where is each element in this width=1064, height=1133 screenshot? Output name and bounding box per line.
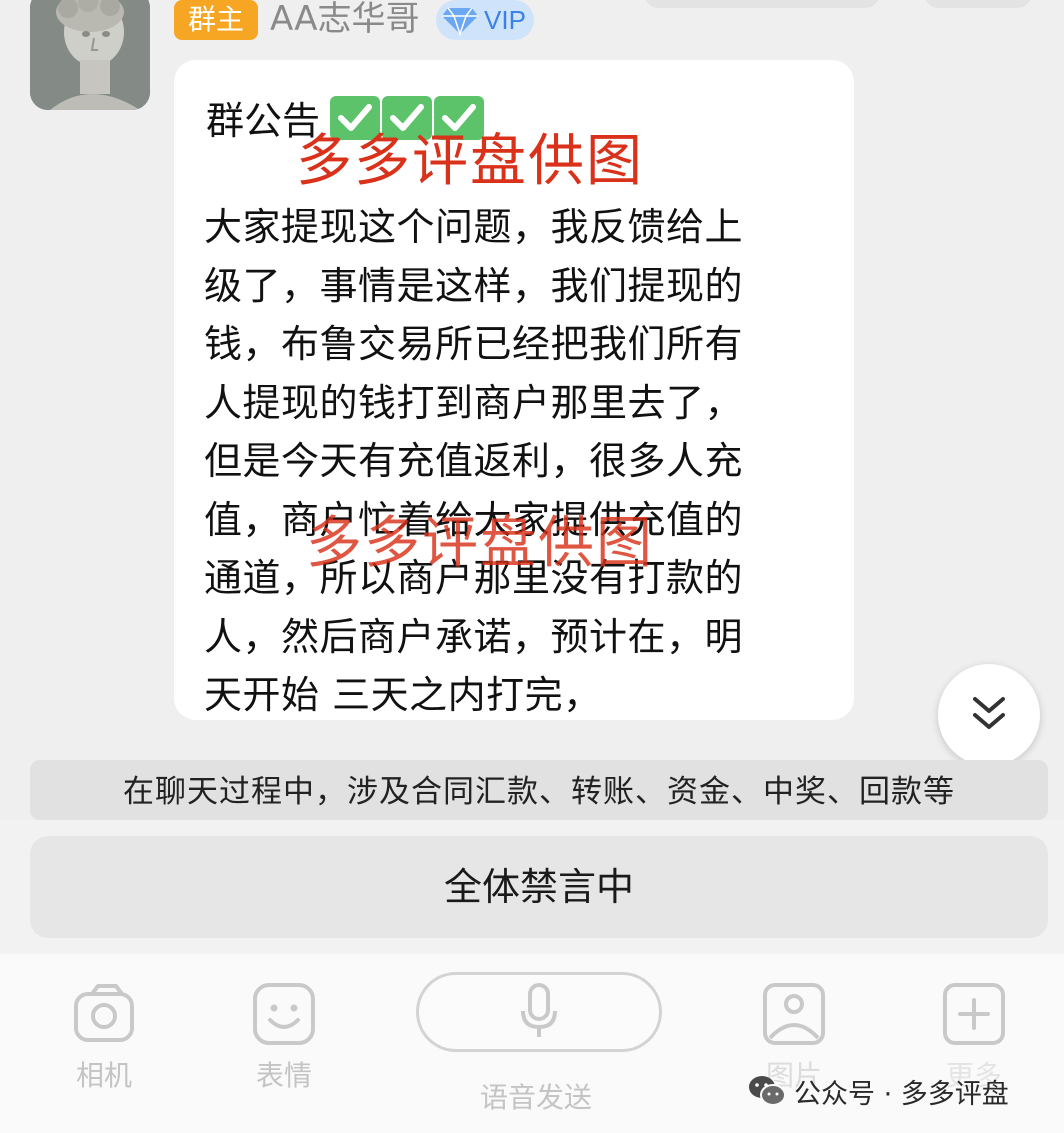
sender-name[interactable]: AA志华哥 bbox=[270, 0, 419, 40]
scroll-to-bottom-button[interactable] bbox=[938, 664, 1040, 766]
notice-body-text: 大家提现这个问题，我反馈给上 级了，事情是这样，我们提现的 钱，布鲁交易所已经把… bbox=[204, 205, 744, 717]
plus-icon bbox=[943, 983, 1005, 1045]
top-chip-2 bbox=[924, 0, 1032, 8]
source-watermark-text: 公众号 · 多多评盘 bbox=[794, 1078, 1009, 1110]
chevron-double-down-icon bbox=[973, 697, 1005, 729]
vip-badge: VIP bbox=[436, 0, 534, 40]
emoji-label: 表情 bbox=[255, 1059, 312, 1092]
group-owner-badge: 群主 bbox=[174, 0, 258, 40]
image-icon bbox=[763, 983, 825, 1045]
vip-label: VIP bbox=[484, 5, 526, 35]
microphone-icon bbox=[521, 983, 557, 1037]
avatar-statue bbox=[30, 0, 150, 110]
watermark-text: 多多评盘供图 bbox=[296, 129, 644, 194]
avatar[interactable] bbox=[30, 0, 150, 110]
wechat-icon bbox=[749, 1076, 786, 1106]
watermark-text: 多多评盘供图 bbox=[306, 511, 654, 576]
all-muted-status: 全体禁言中 bbox=[30, 836, 1048, 938]
camera-button[interactable]: 相机 bbox=[72, 982, 136, 1096]
fraud-warning-notice: 在聊天过程中，涉及合同汇款、转账、资金、中奖、回款等 bbox=[30, 760, 1048, 820]
source-watermark: 公众号 · 多多评盘 bbox=[748, 1068, 1009, 1114]
camera-icon bbox=[74, 984, 134, 1042]
voice-send-button[interactable] bbox=[416, 972, 662, 1052]
emoji-button[interactable]: 表情 bbox=[252, 982, 316, 1096]
voice-send-label: 语音发送 bbox=[480, 1081, 593, 1114]
smile-icon bbox=[253, 983, 315, 1045]
camera-label: 相机 bbox=[75, 1059, 132, 1092]
vip-diamond-icon bbox=[442, 7, 478, 36]
top-chip-1 bbox=[644, 0, 880, 8]
